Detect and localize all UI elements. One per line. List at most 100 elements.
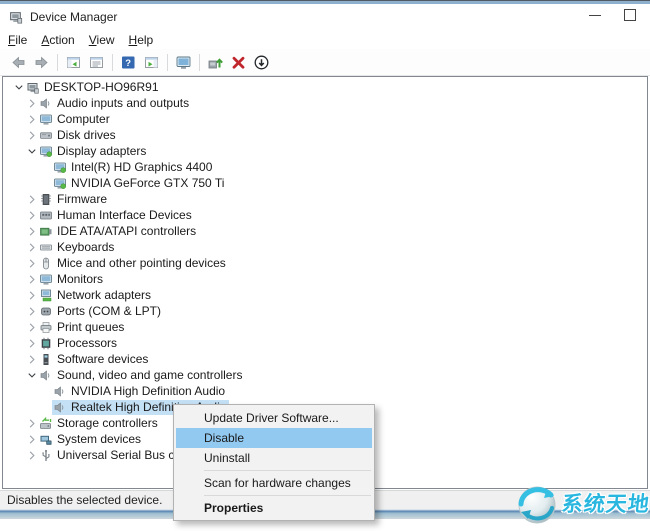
tree-item-content[interactable]: Firmware <box>38 192 110 207</box>
chevron-right-icon[interactable] <box>26 305 38 318</box>
context-menu-item-disable[interactable]: Disable <box>176 428 372 448</box>
tree-item-keyboards[interactable]: Keyboards <box>3 239 647 255</box>
tree-indent <box>3 391 52 392</box>
menu-view[interactable]: View <box>89 33 115 47</box>
mouse-icon <box>39 257 53 270</box>
monitor-icon <box>39 113 53 126</box>
chevron-right-icon[interactable] <box>26 193 38 206</box>
tree-indent <box>3 359 26 360</box>
tree-indent <box>3 439 26 440</box>
tree-item-content[interactable]: Storage controllers <box>38 416 161 431</box>
title-bar: Device Manager <box>0 4 650 30</box>
tree-item-ide-ata-atapi-controllers[interactable]: IDE ATA/ATAPI controllers <box>3 223 647 239</box>
tree-item-content[interactable]: Disk drives <box>38 128 119 143</box>
tree-item-software-devices[interactable]: Software devices <box>3 351 647 367</box>
tree-item-nvidia-geforce-gtx-750-ti[interactable]: NVIDIA GeForce GTX 750 Ti <box>3 175 647 191</box>
chevron-right-icon[interactable] <box>26 241 38 254</box>
context-menu-item-uninstall[interactable]: Uninstall <box>174 448 374 468</box>
tree-item-intel-r-hd-graphics-4400[interactable]: Intel(R) HD Graphics 4400 <box>3 159 647 175</box>
tree-item-content[interactable]: Mice and other pointing devices <box>38 256 229 271</box>
chevron-right-icon[interactable] <box>26 225 38 238</box>
tree-item-content[interactable]: Software devices <box>38 352 151 367</box>
help-icon[interactable]: ? <box>120 54 137 71</box>
chevron-right-icon[interactable] <box>26 289 38 302</box>
minimize-icon[interactable] <box>589 15 601 16</box>
chevron-right-icon[interactable] <box>26 129 38 142</box>
tree-item-computer[interactable]: Computer <box>3 111 647 127</box>
uninstall-icon[interactable] <box>230 54 247 71</box>
menu-bar: File Action View Help <box>0 30 650 49</box>
tree-item-display-adapters[interactable]: Display adapters <box>3 143 647 159</box>
context-menu-item-properties[interactable]: Properties <box>174 498 374 518</box>
context-menu-item-scan-for-hardware-changes[interactable]: Scan for hardware changes <box>174 473 374 493</box>
tree-item-audio-inputs-and-outputs[interactable]: Audio inputs and outputs <box>3 95 647 111</box>
tree-item-content[interactable]: IDE ATA/ATAPI controllers <box>38 224 199 239</box>
tree-item-content[interactable]: Processors <box>38 336 120 351</box>
chevron-right-icon[interactable] <box>26 209 38 222</box>
tree-indent <box>3 167 52 168</box>
update-driver-icon[interactable] <box>207 54 224 71</box>
tree-item-content[interactable]: Print queues <box>38 320 127 335</box>
tree-item-content[interactable]: Sound, video and game controllers <box>38 368 245 383</box>
chevron-down-icon[interactable] <box>26 145 38 158</box>
tree-indent <box>3 151 26 152</box>
menu-action[interactable]: Action <box>41 33 74 47</box>
tree-item-content[interactable]: System devices <box>38 432 144 447</box>
tree-item-content[interactable]: Ports (COM & LPT) <box>38 304 164 319</box>
tree-item-content[interactable]: NVIDIA High Definition Audio <box>52 384 228 399</box>
tree-item-content[interactable]: Monitors <box>38 272 106 287</box>
forward-icon[interactable] <box>33 54 50 71</box>
chevron-down-icon[interactable] <box>13 81 25 94</box>
tree-item-content[interactable]: NVIDIA GeForce GTX 750 Ti <box>52 176 227 191</box>
action-pane-icon[interactable] <box>143 54 160 71</box>
tree-item-processors[interactable]: Processors <box>3 335 647 351</box>
maximize-icon[interactable] <box>624 9 636 21</box>
system-icon <box>39 433 53 446</box>
tree-item-content[interactable]: Audio inputs and outputs <box>38 96 192 111</box>
tree-item-human-interface-devices[interactable]: Human Interface Devices <box>3 207 647 223</box>
tree-item-content[interactable]: Keyboards <box>38 240 117 255</box>
tree-item-content[interactable]: Intel(R) HD Graphics 4400 <box>52 160 215 175</box>
tree-item-label: Network adapters <box>57 288 151 303</box>
chevron-right-icon[interactable] <box>26 257 38 270</box>
chevron-right-icon[interactable] <box>26 273 38 286</box>
tree-item-content[interactable]: Computer <box>38 112 113 127</box>
display-adapter-icon <box>53 161 67 174</box>
tree-item-content[interactable]: Network adapters <box>38 288 154 303</box>
properties-icon[interactable] <box>88 54 105 71</box>
tree-item-desktop-ho96r91[interactable]: DESKTOP-HO96R91 <box>3 79 647 95</box>
tree-item-monitors[interactable]: Monitors <box>3 271 647 287</box>
tree-item-disk-drives[interactable]: Disk drives <box>3 127 647 143</box>
back-icon[interactable] <box>10 54 27 71</box>
tree-item-sound-video-and-game-controllers[interactable]: Sound, video and game controllers <box>3 367 647 383</box>
context-menu-item-update-driver-software[interactable]: Update Driver Software... <box>174 408 374 428</box>
chevron-right-icon[interactable] <box>26 353 38 366</box>
monitor-icon <box>39 273 53 286</box>
tree-item-mice-and-other-pointing-devices[interactable]: Mice and other pointing devices <box>3 255 647 271</box>
chevron-right-icon[interactable] <box>26 449 38 462</box>
tree-item-content[interactable]: Display adapters <box>38 144 149 159</box>
tree-item-content[interactable]: Human Interface Devices <box>38 208 195 223</box>
menu-file[interactable]: File <box>8 33 27 47</box>
tree-item-label: Display adapters <box>57 144 146 159</box>
chevron-right-icon[interactable] <box>26 97 38 110</box>
chevron-right-icon[interactable] <box>26 337 38 350</box>
tree-item-label: Firmware <box>57 192 107 207</box>
tree-item-ports-com-lpt[interactable]: Ports (COM & LPT) <box>3 303 647 319</box>
chevron-down-icon[interactable] <box>26 369 38 382</box>
chevron-right-icon[interactable] <box>26 433 38 446</box>
scan-hardware-icon[interactable] <box>175 54 192 71</box>
menu-help[interactable]: Help <box>129 33 154 47</box>
tree-item-label: DESKTOP-HO96R91 <box>44 80 159 95</box>
chevron-right-icon[interactable] <box>26 113 38 126</box>
console-tree-icon[interactable] <box>65 54 82 71</box>
chevron-right-icon[interactable] <box>26 417 38 430</box>
tree-item-content[interactable]: DESKTOP-HO96R91 <box>25 80 162 95</box>
tree-item-print-queues[interactable]: Print queues <box>3 319 647 335</box>
tree-item-firmware[interactable]: Firmware <box>3 191 647 207</box>
disable-icon[interactable] <box>253 54 270 71</box>
tree-item-network-adapters[interactable]: Network adapters <box>3 287 647 303</box>
storage-icon <box>39 417 53 430</box>
tree-item-nvidia-high-definition-audio[interactable]: NVIDIA High Definition Audio <box>3 383 647 399</box>
chevron-right-icon[interactable] <box>26 321 38 334</box>
